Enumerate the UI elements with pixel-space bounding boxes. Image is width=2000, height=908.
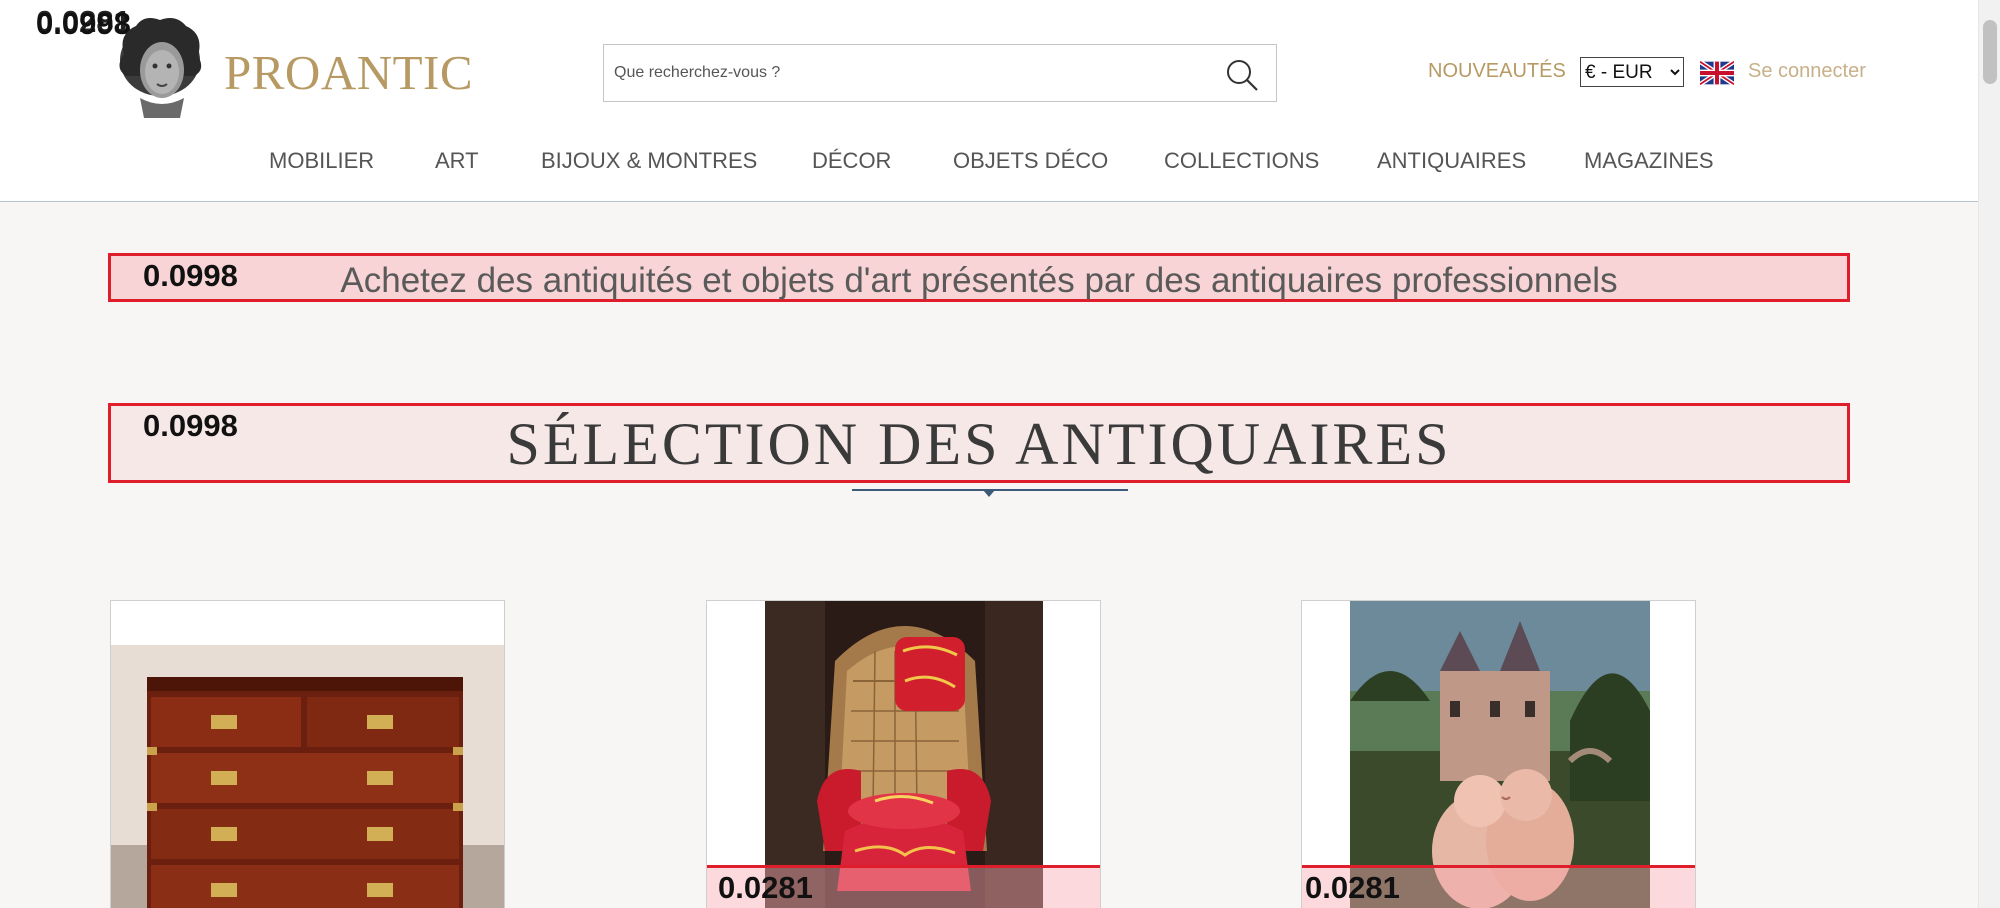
nav-item-magazines[interactable]: MAGAZINES	[1584, 148, 1714, 174]
nav-item-decor[interactable]: DÉCOR	[812, 148, 891, 174]
brand-name[interactable]: PROANTIC	[224, 44, 473, 101]
search-input[interactable]	[614, 53, 1204, 93]
tagline: Achetez des antiquités et objets d'art p…	[340, 261, 1618, 300]
main-nav: MOBILIER ART BIJOUX & MONTRES DÉCOR OBJE…	[0, 148, 1978, 178]
title-overlay: 0.0998 SÉLECTION DES ANTIQUAIRES	[108, 403, 1850, 483]
section-title: SÉLECTION DES ANTIQUAIRES	[506, 411, 1452, 477]
tagline-overlay: 0.0998 Achetez des antiquités et objets …	[108, 253, 1850, 302]
scrollbar-thumb[interactable]	[1983, 20, 1997, 84]
title-divider-notch	[983, 490, 995, 497]
overlay-score-card-2: 0.0281	[718, 870, 813, 905]
search-button[interactable]	[1224, 57, 1260, 93]
overlay-score-card-3: 0.0281	[1305, 870, 1400, 905]
nav-item-bijoux-montres[interactable]: BIJOUX & MONTRES	[541, 148, 757, 174]
site-header: 0.0281 0.0998 PROANTIC NOUVEAUTÉS € - EU…	[0, 0, 1978, 202]
product-image-painting[interactable]	[1350, 601, 1650, 908]
nav-item-mobilier[interactable]: MOBILIER	[269, 148, 374, 174]
nav-item-objets-deco[interactable]: OBJETS DÉCO	[953, 148, 1108, 174]
nav-item-collections[interactable]: COLLECTIONS	[1164, 148, 1319, 174]
overlay-card-3: 0.0281	[1302, 865, 1695, 908]
uk-flag-icon[interactable]	[1700, 61, 1734, 85]
nav-item-antiquaires[interactable]: ANTIQUAIRES	[1377, 148, 1526, 174]
product-card-2[interactable]: 0.0281	[706, 600, 1101, 908]
product-card-3[interactable]: 0.0281	[1301, 600, 1696, 908]
search-bar	[603, 44, 1277, 102]
login-link[interactable]: Se connecter	[1748, 60, 1866, 83]
nouveautes-link[interactable]: NOUVEAUTÉS	[1428, 60, 1566, 83]
bust-logo-icon[interactable]	[110, 14, 210, 122]
nav-item-art[interactable]: ART	[435, 148, 479, 174]
page-scrollbar[interactable]	[1978, 0, 2000, 908]
product-image-chest[interactable]	[111, 645, 505, 908]
currency-select[interactable]: € - EUR	[1580, 57, 1684, 87]
magnifier-icon	[1227, 60, 1258, 91]
overlay-card-2: 0.0281	[707, 865, 1100, 908]
product-card-1[interactable]	[110, 600, 505, 908]
product-image-armchair[interactable]	[765, 601, 1043, 908]
